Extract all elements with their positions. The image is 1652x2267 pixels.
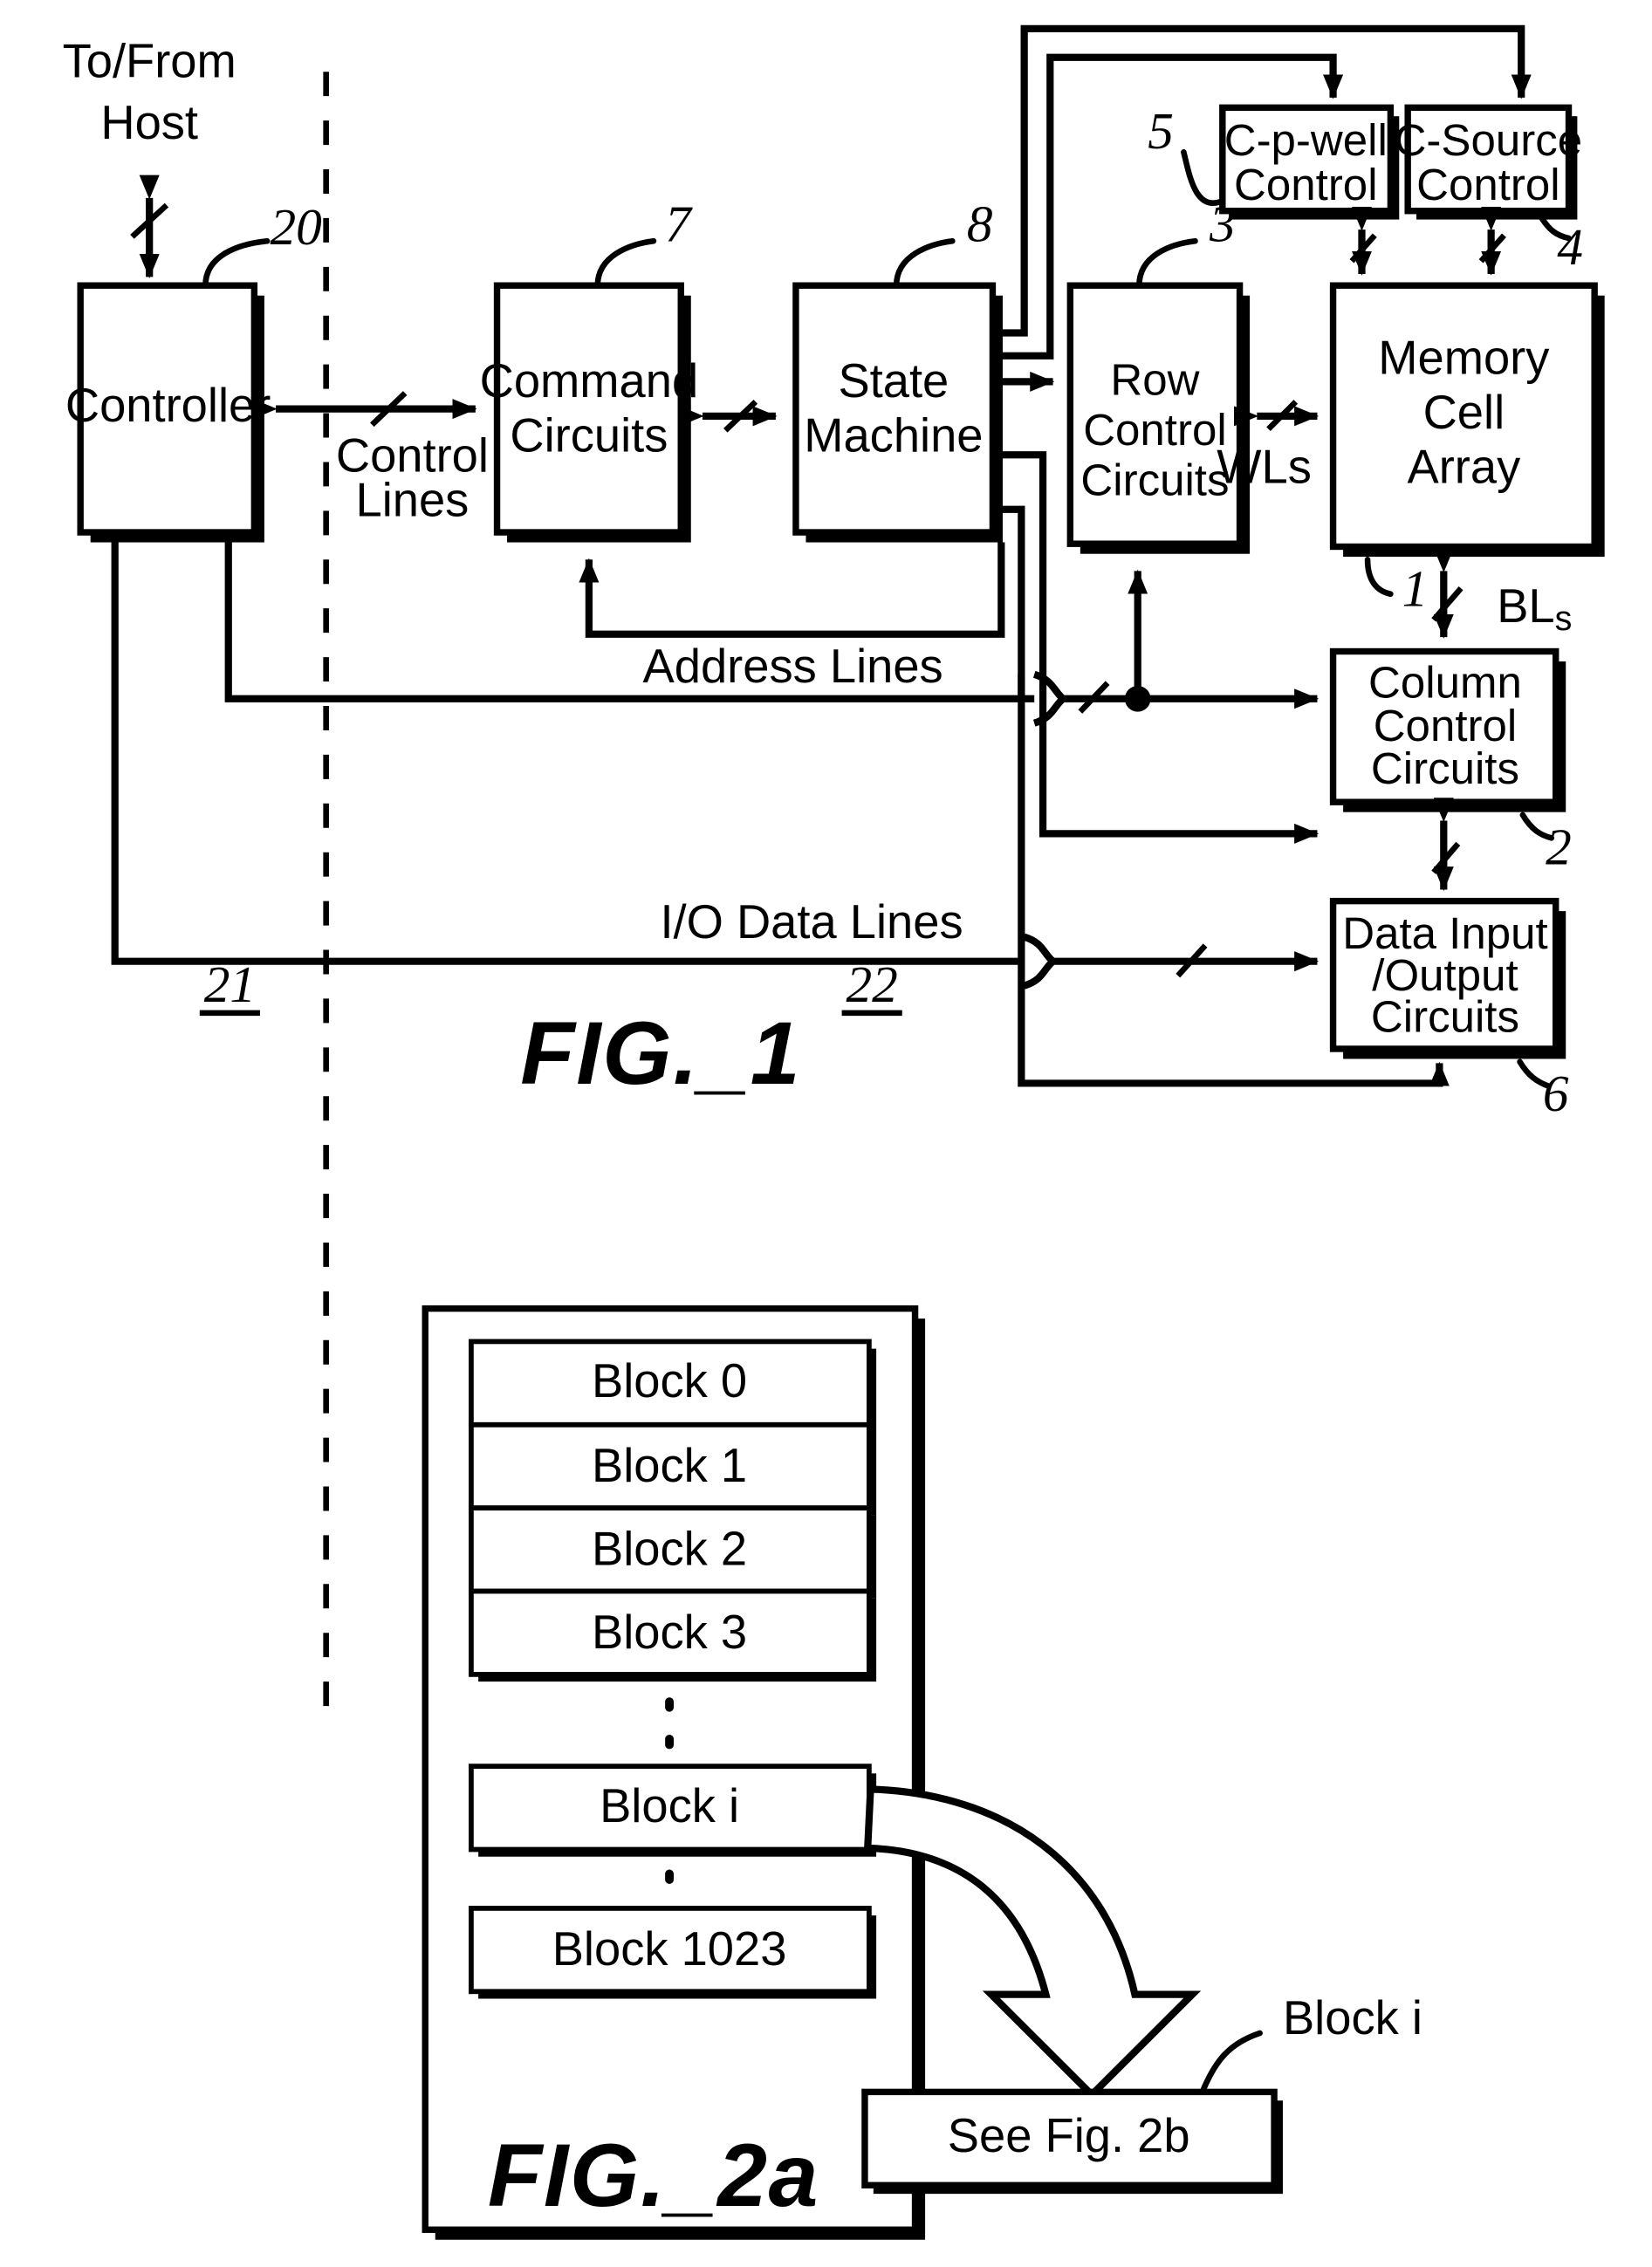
block-row-label-1: Row bbox=[1110, 355, 1199, 405]
block-state-machine: State Machine bbox=[792, 282, 1003, 543]
block-command-circuits: Command Circuits bbox=[480, 282, 699, 543]
block-data-io: Data Input /Output Circuits bbox=[1329, 897, 1566, 1059]
wls-label: WLs bbox=[1217, 441, 1312, 494]
host-label-line1: To/From bbox=[63, 34, 236, 87]
block-csource-label-1: C-Source bbox=[1395, 115, 1583, 165]
block-memory-cell-array: Memory Cell Array bbox=[1329, 282, 1605, 557]
block-cpwell-control: C-p-well Control bbox=[1219, 104, 1400, 220]
block-row-1023-label: Block 1023 bbox=[552, 1922, 787, 1976]
block-see-fig-2b: See Fig. 2b bbox=[861, 2088, 1283, 2195]
figure-1-caption: FIG._1 bbox=[520, 1003, 801, 1103]
ref-label-5: 5 bbox=[1148, 102, 1174, 160]
control-lines-label-2: Lines bbox=[356, 474, 470, 527]
block-row-i-label: Block i bbox=[600, 1779, 739, 1832]
block-row-3-label: Block 3 bbox=[592, 1606, 747, 1659]
ref-label-22: 22 bbox=[847, 955, 898, 1013]
address-lines-label: Address Lines bbox=[643, 640, 943, 693]
block-cpwell-label-2: Control bbox=[1234, 160, 1377, 209]
ref-label-21: 21 bbox=[204, 955, 256, 1013]
ref-label-1-fig1: 1 bbox=[1402, 559, 1429, 617]
block-row-label-3: Circuits bbox=[1080, 455, 1229, 505]
block-state-label-1: State bbox=[838, 354, 949, 408]
block-column-control: Column Control Circuits bbox=[1329, 647, 1566, 812]
block-row-3: Block 3 bbox=[469, 1588, 877, 1682]
ref-label-20: 20 bbox=[270, 198, 321, 256]
block-row-0: Block 0 bbox=[469, 1339, 877, 1433]
block-csource-label-2: Control bbox=[1416, 160, 1559, 209]
io-data-lines-label: I/O Data Lines bbox=[660, 895, 963, 949]
ref-label-8: 8 bbox=[967, 195, 993, 253]
block-cpwell-label-1: C-p-well bbox=[1224, 115, 1388, 165]
block-row-2: Block 2 bbox=[469, 1505, 877, 1599]
block-memory-label-1: Memory bbox=[1378, 332, 1550, 385]
block-controller: Controller bbox=[65, 282, 271, 543]
ref-label-6: 6 bbox=[1543, 1065, 1569, 1122]
block-i-callout-label: Block i bbox=[1283, 1991, 1422, 2044]
block-dataio-label-3: Circuits bbox=[1371, 992, 1519, 1042]
host-label-line2: Host bbox=[100, 96, 198, 149]
figure-2a-caption: FIG._2a bbox=[488, 2126, 819, 2225]
block-state-label-2: Machine bbox=[804, 409, 983, 462]
patent-figure-sheet: To/From Host Controller 20 Command Circu… bbox=[0, 0, 1652, 2267]
block-row-i: Block i bbox=[469, 1764, 877, 1857]
block-memory-label-2: Cell bbox=[1423, 386, 1505, 439]
ref-label-7: 7 bbox=[665, 195, 693, 253]
block-command-label-1: Command bbox=[480, 354, 699, 408]
block-memory-label-3: Array bbox=[1407, 441, 1521, 494]
ref-21-group: 21 bbox=[199, 955, 260, 1017]
block-row-1-label: Block 1 bbox=[592, 1439, 747, 1492]
block-row-1023: Block 1023 bbox=[469, 1906, 877, 1999]
ref-label-2: 2 bbox=[1546, 818, 1572, 875]
see-fig-2b-label: See Fig. 2b bbox=[948, 2109, 1190, 2162]
block-column-label-3: Circuits bbox=[1371, 743, 1519, 793]
block-row-0-label: Block 0 bbox=[592, 1354, 747, 1407]
block-row-2-label: Block 2 bbox=[592, 1522, 747, 1575]
block-csource-control: C-Source Control bbox=[1395, 104, 1583, 220]
block-row-label-2: Control bbox=[1083, 405, 1226, 455]
block-row-1: Block 1 bbox=[469, 1421, 877, 1516]
ref-label-4: 4 bbox=[1557, 218, 1583, 276]
ref-22-group: 22 bbox=[841, 955, 902, 1017]
block-controller-label: Controller bbox=[65, 379, 271, 432]
block-command-label-2: Circuits bbox=[510, 409, 668, 462]
block-row-control: Row Control Circuits bbox=[1066, 282, 1251, 554]
